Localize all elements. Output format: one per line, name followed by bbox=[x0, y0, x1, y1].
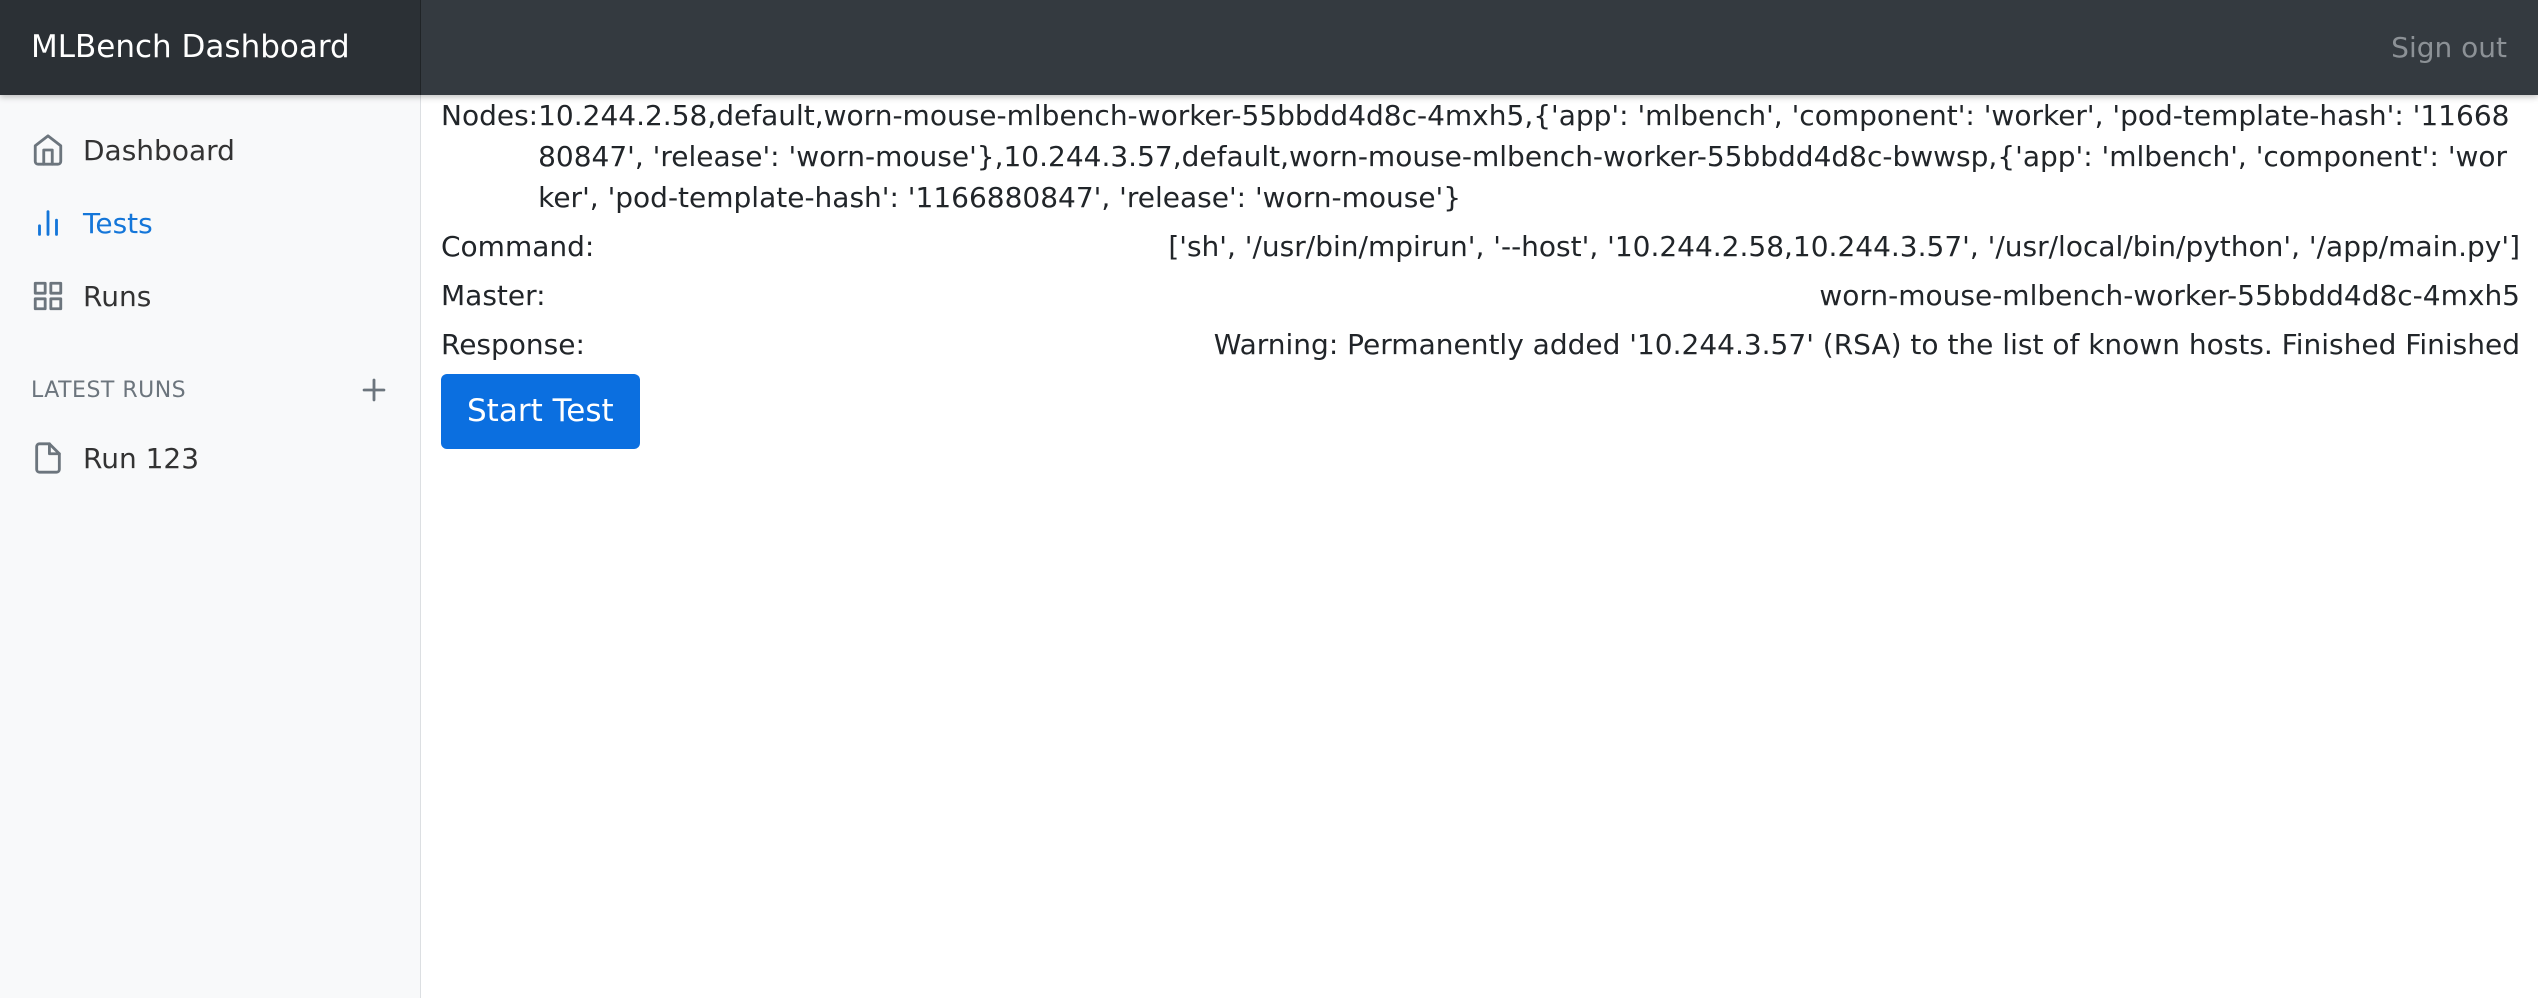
response-label: Response: bbox=[441, 328, 585, 361]
response-value: Warning: Permanently added '10.244.3.57'… bbox=[1213, 328, 2520, 361]
sidebar-item-run-123[interactable]: Run 123 bbox=[31, 430, 199, 486]
command-label: Command: bbox=[441, 230, 595, 263]
bar-chart-icon bbox=[31, 206, 65, 240]
latest-runs-heading: LATEST RUNS bbox=[31, 378, 187, 403]
sidebar-item-dashboard[interactable]: Dashboard bbox=[31, 122, 235, 178]
top-navbar: MLBench Dashboard Sign out bbox=[0, 0, 2538, 95]
sign-out-link[interactable]: Sign out bbox=[2391, 0, 2507, 95]
brand-title[interactable]: MLBench Dashboard bbox=[0, 0, 421, 95]
file-icon bbox=[31, 441, 65, 475]
sidebar-item-label: Run 123 bbox=[83, 441, 200, 475]
response-row: Response: Warning: Permanently added '10… bbox=[441, 324, 2520, 365]
master-row: Master: worn-mouse-mlbench-worker-55bbdd… bbox=[441, 275, 2520, 316]
master-value: worn-mouse-mlbench-worker-55bbdd4d8c-4mx… bbox=[1819, 279, 2520, 312]
nodes-value: 10.244.2.58,default,worn-mouse-mlbench-w… bbox=[538, 99, 2510, 214]
test-details: Nodes: 10.244.2.58,default,worn-mouse-ml… bbox=[441, 95, 2520, 449]
command-value: ['sh', '/usr/bin/mpirun', '--host', '10.… bbox=[1168, 230, 2520, 263]
grid-icon bbox=[31, 279, 65, 313]
sidebar: Dashboard Tests Runs LATEST RUNS Run 123 bbox=[0, 95, 421, 998]
sidebar-item-label: Runs bbox=[83, 279, 152, 313]
start-test-button[interactable]: Start Test bbox=[441, 374, 640, 449]
sidebar-item-runs[interactable]: Runs bbox=[31, 268, 151, 324]
sidebar-item-tests[interactable]: Tests bbox=[31, 195, 153, 251]
master-label: Master: bbox=[441, 279, 546, 312]
home-icon bbox=[31, 133, 65, 167]
sidebar-item-label: Tests bbox=[83, 206, 153, 240]
plus-icon[interactable] bbox=[357, 373, 391, 407]
nodes-label: Nodes: bbox=[441, 99, 539, 132]
sidebar-item-label: Dashboard bbox=[83, 133, 235, 167]
command-row: Command: ['sh', '/usr/bin/mpirun', '--ho… bbox=[441, 226, 2520, 267]
nodes-row: Nodes: 10.244.2.58,default,worn-mouse-ml… bbox=[441, 95, 2520, 218]
